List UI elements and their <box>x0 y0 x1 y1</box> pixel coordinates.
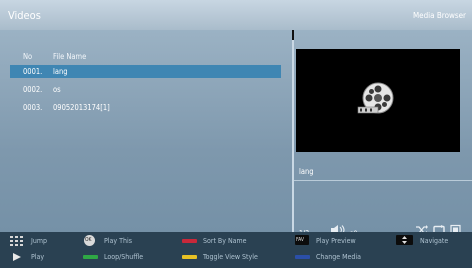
legend-play: Play <box>31 253 45 261</box>
file-row-number: 0003. <box>23 103 43 112</box>
legend-loop-shuffle: Loop/Shuffle <box>104 253 144 261</box>
file-row-name: 09052013174[1] <box>53 103 110 112</box>
legend-toggle-view-style: Toggle View Style <box>203 253 258 261</box>
film-reel-icon <box>357 82 394 114</box>
preview-filename: lang <box>299 167 314 176</box>
yellow-key-icon <box>182 255 197 259</box>
play-icon <box>13 253 21 261</box>
file-row-name: lang <box>53 67 68 76</box>
file-row-number: 0002. <box>23 85 43 94</box>
legend-sort-by-name: Sort By Name <box>203 237 247 245</box>
legend-change-media: Change Media <box>316 253 362 261</box>
file-row-name: os <box>53 85 61 94</box>
title-bar: Videos Media Browser <box>0 0 472 30</box>
numeric-keys-icon <box>10 236 23 246</box>
navigate-arrows-icon <box>396 235 413 245</box>
page-title: Videos <box>8 9 41 22</box>
file-row-selected[interactable]: 0001. lang <box>10 65 281 78</box>
file-row[interactable]: 0003. 09052013174[1] <box>10 101 281 114</box>
file-row[interactable]: 0002. os <box>10 83 281 96</box>
play-preview-key-icon: FAV <box>295 235 309 245</box>
legend-navigate: Navigate <box>420 237 449 245</box>
legend-play-this: Play This <box>104 237 132 245</box>
red-key-icon <box>182 239 197 243</box>
ok-key-icon: OK <box>84 235 95 246</box>
green-key-icon <box>83 255 98 259</box>
legend-play-preview: Play Preview <box>316 237 356 245</box>
blue-key-icon <box>295 255 310 259</box>
app-name: Media Browser <box>412 11 466 20</box>
file-list-panel <box>0 30 292 232</box>
column-header-file-name: File Name <box>53 52 87 61</box>
preview-divider <box>294 180 472 181</box>
ok-key-label: OK <box>85 237 92 243</box>
file-row-number: 0001. <box>23 67 43 76</box>
column-header-no: No <box>23 52 33 61</box>
legend-jump: Jump <box>31 237 47 245</box>
play-preview-key-label: FAV <box>296 237 304 243</box>
button-legend-bar: Jump Play OK Play This Loop/Shuffle Sort… <box>0 232 472 268</box>
panel-divider <box>292 40 294 232</box>
